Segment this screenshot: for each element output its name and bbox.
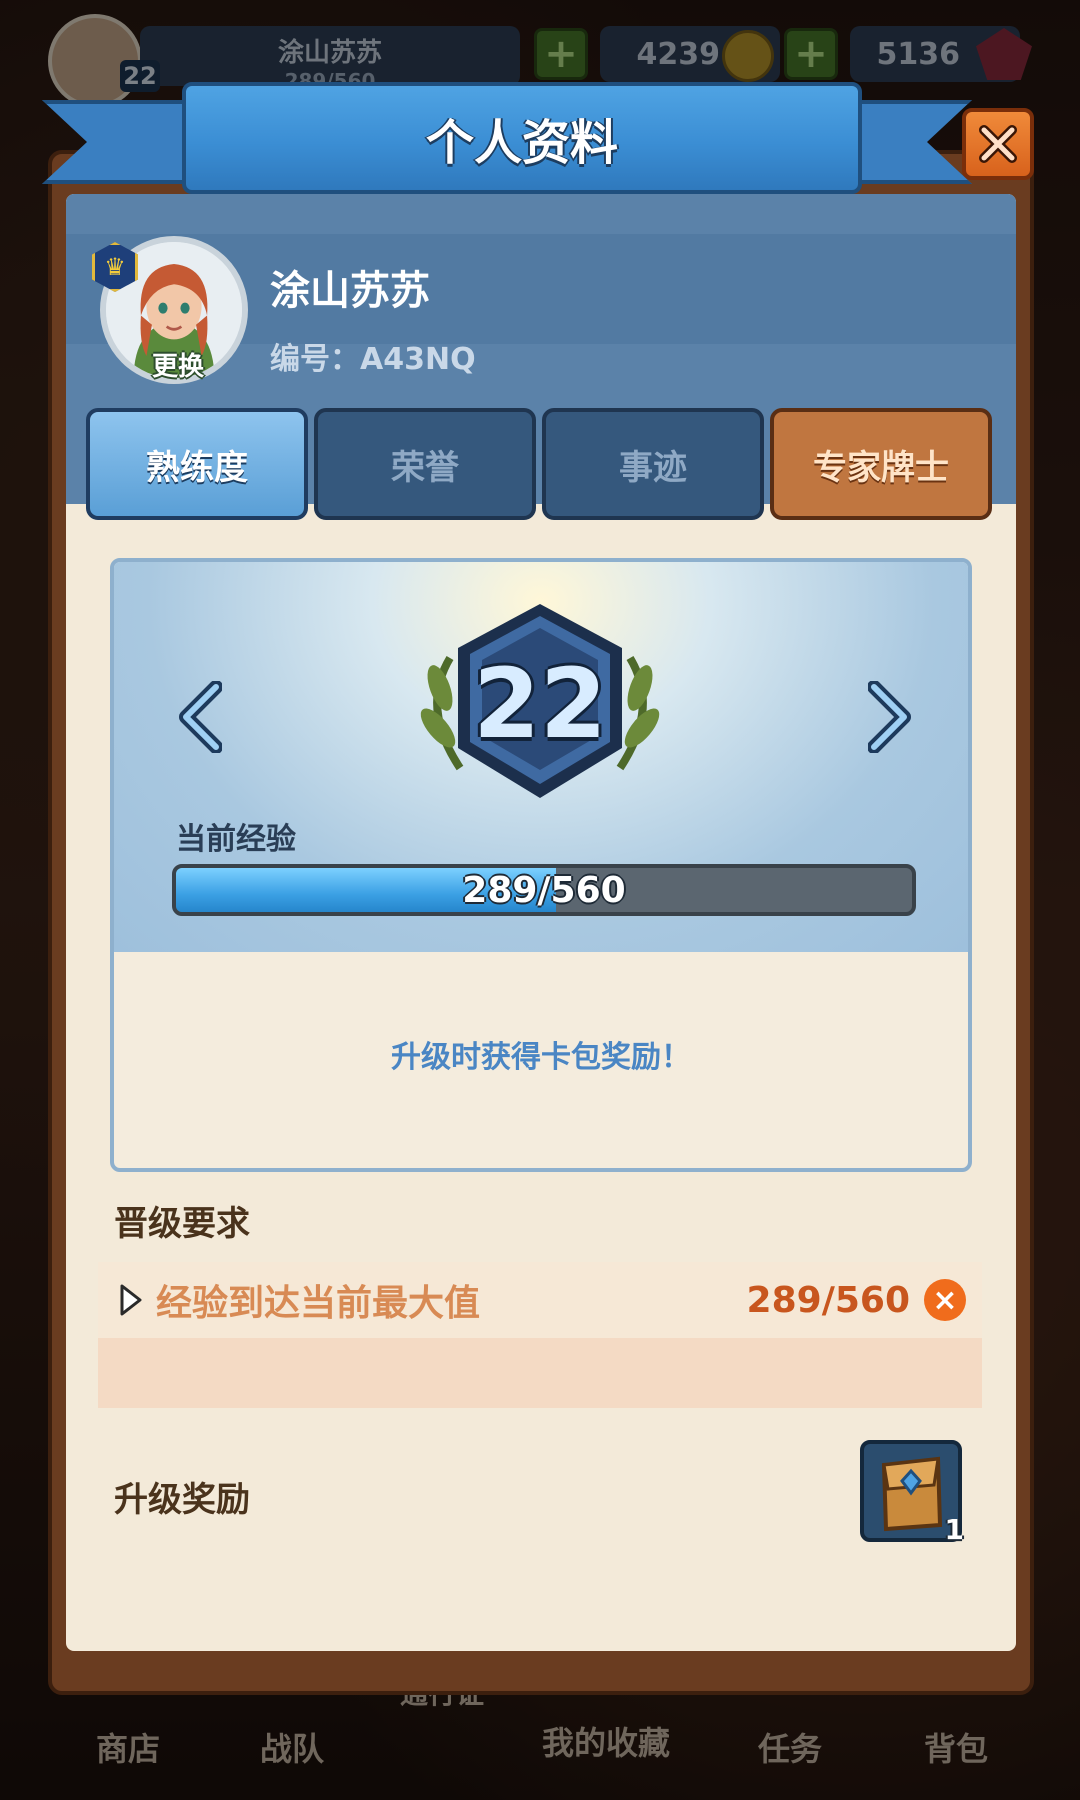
level-number: 22	[473, 648, 607, 760]
play-arrow-icon	[120, 1284, 142, 1316]
tab-label: 荣誉	[391, 447, 459, 488]
reward-count: 1	[944, 1513, 964, 1546]
reward-note: 升级时获得卡包奖励！	[391, 1040, 691, 1075]
reward-item[interactable]: 1	[860, 1440, 964, 1546]
tab-label: 事迹	[619, 447, 687, 488]
title-ribbon: 个人资料	[42, 82, 992, 202]
exp-label: 当前经验	[176, 822, 296, 857]
close-icon	[979, 125, 1017, 163]
next-level-button[interactable]	[860, 672, 920, 762]
requirement-text: 经验到达当前最大值	[156, 1283, 481, 1324]
tab-deeds[interactable]: 事迹	[542, 408, 764, 520]
player-name: 涂山苏苏	[270, 268, 430, 314]
previous-level-button[interactable]	[170, 672, 230, 762]
tab-label: 熟练度	[146, 447, 248, 488]
tab-expert-player[interactable]: 专家牌士	[770, 408, 992, 520]
tab-label: 专家牌士	[813, 447, 949, 488]
profile-tabs: 熟练度 荣誉 事迹 专家牌士	[86, 408, 994, 520]
rewards-title: 升级奖励	[114, 1480, 250, 1520]
change-avatar-label[interactable]: 更换	[138, 346, 218, 383]
tab-honor[interactable]: 荣誉	[314, 408, 536, 520]
requirement-value: 289/560	[746, 1279, 910, 1321]
chevron-left-icon	[179, 681, 222, 753]
close-button[interactable]	[962, 108, 1034, 180]
panel-title: 个人资料	[425, 115, 618, 171]
level-card: 22 当前经验 289/560 升级时获得卡包奖励！	[110, 558, 972, 1172]
level-card-header: 22 当前经验 289/560	[114, 562, 968, 952]
tab-proficiency[interactable]: 熟练度	[86, 408, 308, 520]
exp-progress-bar: 289/560	[172, 864, 916, 916]
card-pack-icon	[881, 1456, 943, 1532]
exp-progress-text: 289/560	[462, 869, 626, 911]
requirements-title: 晋级要求	[114, 1204, 250, 1244]
requirement-spacer	[98, 1338, 982, 1408]
chevron-right-icon	[868, 681, 911, 753]
requirement-row: 经验到达当前最大值 289/560 ×	[98, 1262, 982, 1338]
x-circle-icon: ×	[924, 1279, 966, 1321]
player-id: 编号：A43NQ	[270, 342, 476, 377]
